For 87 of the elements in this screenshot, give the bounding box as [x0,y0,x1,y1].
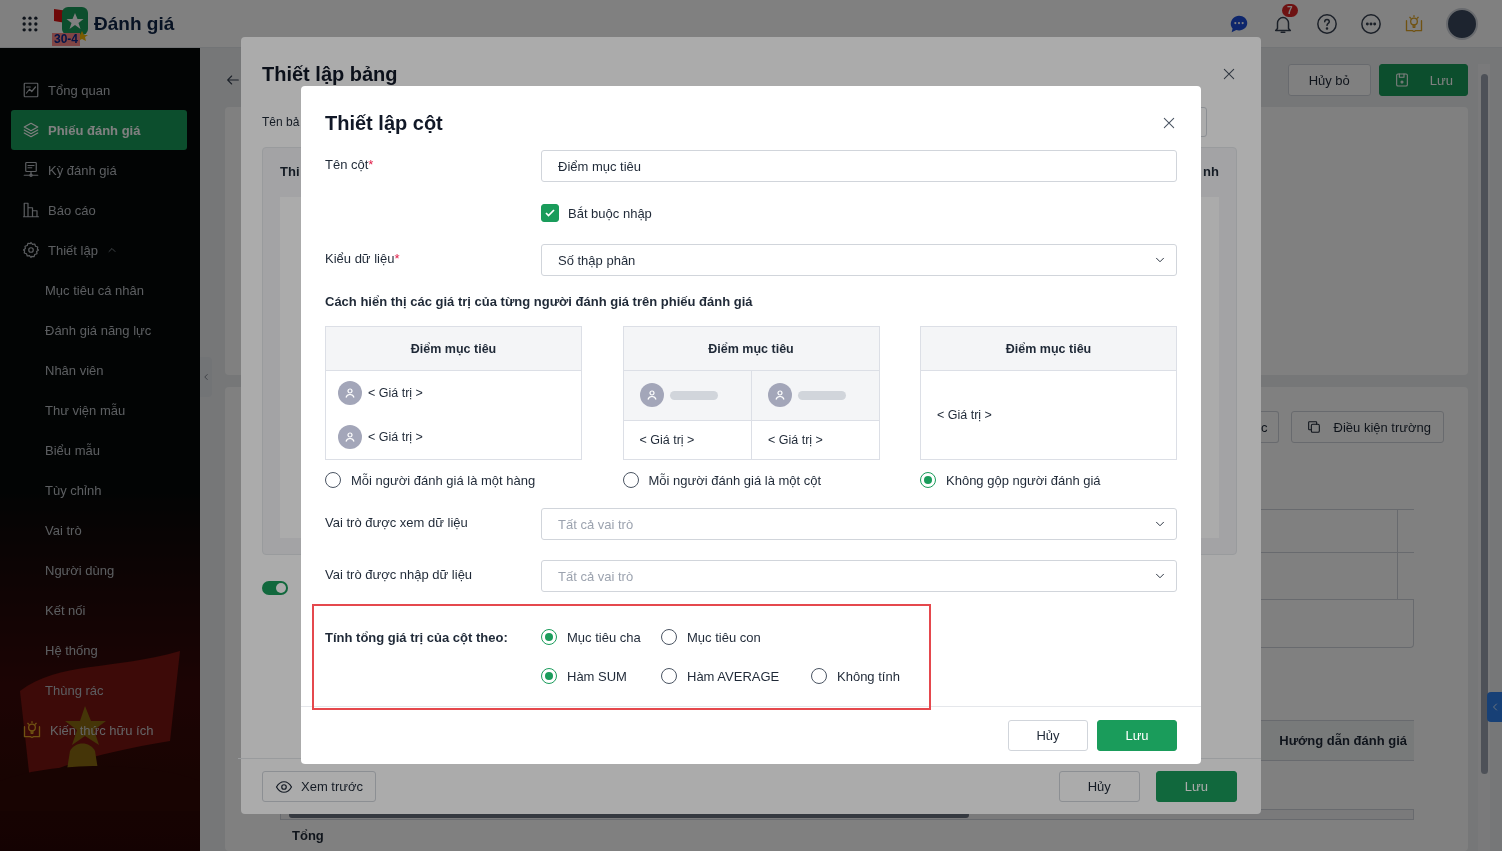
section-title: nh [1203,164,1219,179]
preview-header: Điểm mục tiêu [326,327,581,371]
checkbox[interactable] [541,204,559,222]
dialog-title: Thiết lập cột [325,111,443,135]
radio-label: Hàm SUM [567,668,627,684]
toolbar-button[interactable]: c [1261,411,1279,443]
avatar-icon [639,383,664,408]
sidebar-subitem[interactable]: Nhân viên [11,350,187,390]
dialog-title: Thiết lập bảng [262,62,398,86]
sidebar-subitem[interactable]: Kết nối [11,590,187,630]
sidebar-subitem[interactable]: Mục tiêu cá nhân [11,270,187,310]
side-panel-toggle[interactable] [1487,692,1502,722]
radio-label: Không gộp người đánh giá [946,472,1101,488]
preview-button[interactable]: Xem trước [262,771,376,802]
avatar-icon [338,381,362,405]
preview-header: Điểm mục tiêu [921,327,1176,371]
checkmark-icon [544,207,556,219]
radio-label: Không tính [837,668,900,684]
sidebar-item[interactable]: Tổng quan [11,70,187,110]
sidebar-item[interactable]: Kiến thức hữu ích [11,710,187,750]
sidebar-item[interactable]: Phiếu đánh giá [11,110,187,150]
save-button[interactable]: Lưu [1097,720,1177,751]
table-cell-text: < Giá trị > [638,431,696,449]
scrollbar-thumb[interactable] [1480,74,1488,774]
toolbar-button[interactable]: Điều kiện trường [1290,411,1444,443]
save-button[interactable]: Lưu [1155,771,1237,802]
sidebar-subitem[interactable]: Thư viện mẫu [11,390,187,430]
field-label: Tính tổng giá trị của cột theo: [325,629,509,647]
checkbox-label: Bắt buộc nhập [568,205,652,221]
chevron-left-icon [201,372,211,382]
avatar-icon [338,425,362,449]
table-cell: < Giá trị > [751,420,879,459]
field-label: Vai trò được nhập dữ liệu [325,566,474,582]
field-label: Tên cột* [325,156,375,172]
lightbulb-book-icon [1404,13,1424,34]
name-bar [669,390,718,400]
select-field[interactable]: Tất cả vai trò [541,560,1177,592]
save-icon [1393,72,1410,88]
help-icon [1316,12,1338,35]
close-icon [1221,66,1237,82]
sidebar-subitem[interactable]: Biểu mẫu [11,430,187,470]
section-title: Thi [280,164,300,179]
input-field[interactable]: Điểm mục tiêu [541,150,1177,182]
cancel-button[interactable]: Hủy [1058,771,1140,802]
user-avatar[interactable] [1446,7,1478,40]
radio-label: Mục tiêu cha [567,629,641,645]
lightbulb-book-icon [22,720,42,740]
preview-header: Điểm mục tiêu [623,327,879,371]
bar-chart-icon [22,201,40,219]
sidebar-subitem[interactable]: Vai trò [11,510,187,550]
sidebar-item[interactable]: Kỳ đánh giá [11,150,187,190]
app-logo: 30-4 [52,4,90,43]
app-title: Đánh giá [94,12,175,35]
more-icon [1360,12,1382,35]
section-heading: Cách hiển thị các giá trị của từng người đánh giá trên phiếu đánh giá [325,293,754,311]
back-arrow-icon [225,72,241,88]
field-label: Tên bả [262,115,300,129]
settings-icon [22,241,40,259]
collapse-handle[interactable] [200,357,212,397]
close-icon [1161,115,1177,131]
radio-label: Mỗi người đánh giá là một hàng [351,472,536,488]
field-label: Kiểu dữ liệu* [325,250,401,266]
radio-label: Mục tiêu con [687,629,761,645]
cancel-button[interactable]: Hủy [1008,720,1088,751]
field-label: Vai trò được xem dữ liệu [325,514,469,530]
radio-label: Hàm AVERAGE [687,668,780,684]
sidebar-subitem[interactable]: Đánh giá năng lực [11,310,187,350]
cancel-button[interactable]: Hủy bỏ [1287,64,1371,96]
name-bar [798,390,846,400]
sidebar-item[interactable]: Thiết lập [11,230,187,270]
chart-icon [22,81,40,99]
save-button[interactable]: Lưu [1378,64,1468,96]
layers-icon [22,121,40,139]
avatar-icon [768,383,792,408]
radio-label: Mỗi người đánh giá là một cột [648,472,822,488]
sidebar-subitem[interactable]: Người dùng [11,550,187,590]
select-field[interactable]: Tất cả vai trò [541,508,1177,540]
sidebar-subitem[interactable]: Tùy chỉnh [11,470,187,510]
monitor-icon [22,161,40,179]
toggle-switch[interactable] [262,581,288,595]
sidebar-subitem[interactable]: Thùng rác [11,670,187,710]
sidebar-subitem[interactable]: Hệ thống [11,630,187,670]
copy-icon [1305,419,1322,435]
sidebar-item[interactable]: Báo cáo [11,190,187,230]
select-field[interactable]: Số thập phân [541,244,1177,276]
table-cell-text: Tổng [291,827,325,845]
notification-badge: 7 [1282,3,1298,17]
